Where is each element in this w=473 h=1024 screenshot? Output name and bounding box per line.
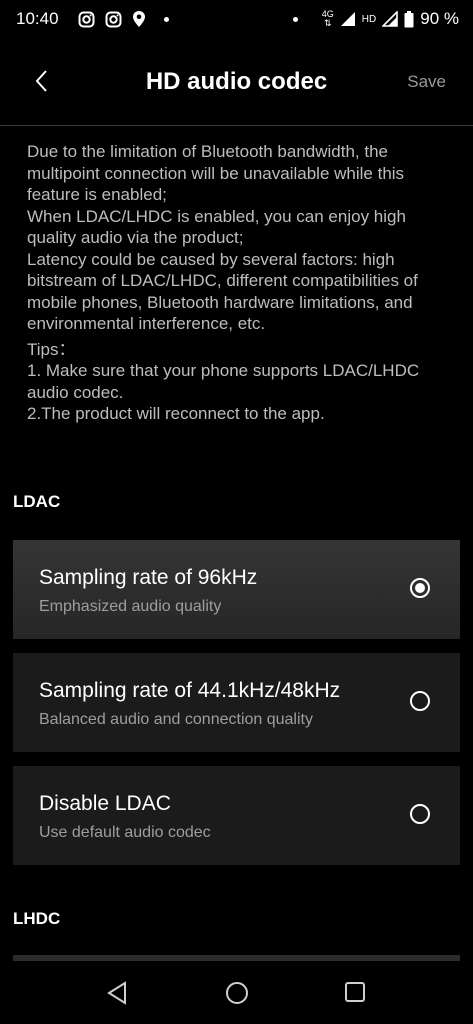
clock: 10:40 bbox=[16, 9, 59, 28]
instagram-icon bbox=[105, 11, 122, 27]
option-ldac-96khz[interactable]: Sampling rate of 96kHz Emphasized audio … bbox=[13, 540, 460, 639]
back-triangle-icon[interactable] bbox=[106, 981, 128, 1005]
radio-button[interactable] bbox=[410, 691, 430, 711]
status-bar: 10:40 4G ⇅ HD 90 % bbox=[0, 0, 473, 38]
option-lhdc-partial[interactable] bbox=[13, 955, 460, 961]
description-line: Due to the limitation of Bluetooth bandw… bbox=[27, 142, 405, 204]
more-notifications-dot bbox=[164, 16, 169, 22]
description-line: When LDAC/LHDC is enabled, you can enjoy… bbox=[27, 206, 406, 248]
option-title: Disable LDAC bbox=[39, 792, 171, 815]
option-title: Sampling rate of 44.1kHz/48kHz bbox=[39, 679, 341, 702]
option-subtitle: Use default audio codec bbox=[39, 824, 211, 841]
hd-voice-badge: HD bbox=[361, 13, 377, 25]
app-header: HD audio codec Save bbox=[0, 38, 473, 126]
option-ldac-44khz-48khz[interactable]: Sampling rate of 44.1kHz/48kHz Balanced … bbox=[13, 653, 460, 752]
description-line: Latency could be caused by several facto… bbox=[27, 249, 418, 334]
feature-description: Due to the limitation of Bluetooth bandw… bbox=[27, 141, 452, 425]
section-label-ldac: LDAC bbox=[13, 492, 61, 511]
section-label-lhdc: LHDC bbox=[13, 909, 61, 928]
tip-item: 2.The product will reconnect to the app. bbox=[27, 404, 325, 423]
radio-button[interactable] bbox=[410, 804, 430, 824]
instagram-icon bbox=[78, 11, 95, 27]
signal-icon bbox=[340, 12, 355, 26]
location-icon bbox=[133, 11, 145, 27]
save-button[interactable]: Save bbox=[407, 72, 446, 92]
notification-icons bbox=[78, 10, 169, 28]
recents-square-icon[interactable] bbox=[344, 981, 366, 1003]
system-icons: 4G ⇅ HD 90 % bbox=[292, 9, 459, 29]
page-title: HD audio codec bbox=[145, 68, 328, 95]
battery-percent: 90 % bbox=[420, 9, 459, 28]
network-type: 4G ⇅ bbox=[321, 9, 334, 28]
signal-icon-2 bbox=[382, 11, 399, 27]
tip-item: 1. Make sure that your phone supports LD… bbox=[27, 361, 420, 402]
option-disable-ldac[interactable]: Disable LDAC Use default audio codec bbox=[13, 766, 460, 865]
battery-icon bbox=[404, 10, 414, 27]
option-title: Sampling rate of 96kHz bbox=[39, 566, 258, 589]
option-subtitle: Balanced audio and connection quality bbox=[39, 711, 313, 728]
system-nav-bar bbox=[0, 962, 473, 1024]
option-subtitle: Emphasized audio quality bbox=[39, 598, 222, 615]
tips-label: Tips： bbox=[27, 339, 76, 359]
status-dot bbox=[292, 16, 298, 22]
home-circle-icon[interactable] bbox=[225, 981, 249, 1005]
radio-button-checked[interactable] bbox=[410, 578, 430, 598]
